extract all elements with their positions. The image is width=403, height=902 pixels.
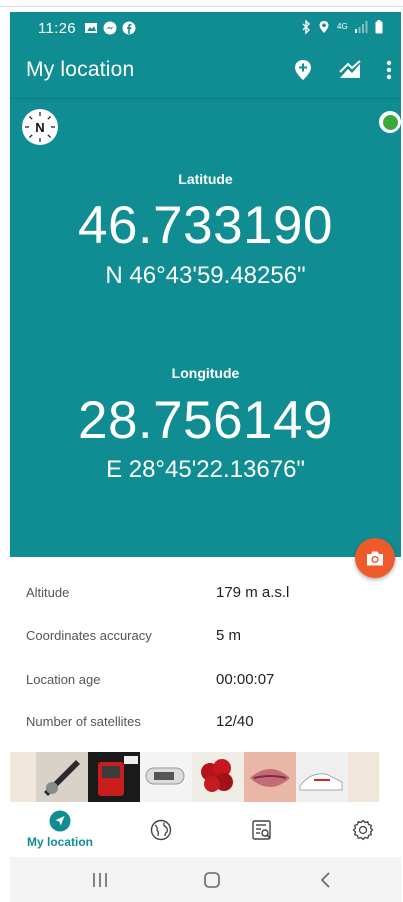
status-bar: 11:26 4G <box>10 12 401 44</box>
add-location-button[interactable] <box>291 58 315 82</box>
detail-label: Coordinates accuracy <box>26 627 152 643</box>
list-search-icon <box>252 820 271 840</box>
more-vert-icon <box>386 60 392 80</box>
recent-apps-button[interactable] <box>92 871 108 894</box>
location-icon <box>319 21 329 33</box>
detail-value: 5 m <box>216 626 242 644</box>
add-location-icon <box>295 60 311 80</box>
home-icon <box>204 872 220 888</box>
compass-icon: N <box>25 112 55 142</box>
more-options-button[interactable] <box>381 58 397 82</box>
image-icon <box>84 23 97 33</box>
back-icon <box>320 872 330 888</box>
settings-icon <box>352 819 374 841</box>
compass-letter: N <box>35 120 44 135</box>
ad-image-obd-scanner <box>88 752 140 802</box>
bottom-navigation: My location <box>10 802 401 857</box>
app-bar: My location <box>10 44 401 98</box>
ad-image-lips <box>244 752 296 802</box>
list-item-location-age: Location age 00:00:07 <box>10 664 401 694</box>
list-item-altitude: Altitude 179 m a.s.l <box>10 577 401 607</box>
tab-label: My location <box>26 835 93 849</box>
gps-status-indicator <box>379 111 401 133</box>
detail-value: 12/40 <box>216 712 254 730</box>
navigation-icon <box>49 810 71 832</box>
signal-icon <box>355 21 368 33</box>
coordinates-panel: N Latitude 46.733190 N 46°43'59.48256" L… <box>10 99 401 557</box>
location-details: Altitude 179 m a.s.l Coordinates accurac… <box>10 557 401 752</box>
messenger-icon <box>103 21 117 35</box>
compass-button[interactable]: N <box>22 109 58 145</box>
ad-image-sneakers <box>296 752 348 802</box>
latitude-label: Latitude <box>178 171 233 187</box>
detail-label: Altitude <box>26 584 70 600</box>
screen: 11:26 4G My location N Latitude 46.73319… <box>0 0 403 902</box>
system-navigation-bar <box>10 857 401 902</box>
network-4g-icon: 4G <box>337 22 348 31</box>
detail-label: Number of satellites <box>26 713 141 729</box>
back-button[interactable] <box>319 871 331 894</box>
ad-image-tattoo-pen <box>36 752 88 802</box>
latitude-decimal[interactable]: 46.733190 <box>10 195 401 256</box>
list-item-accuracy: Coordinates accuracy 5 m <box>10 620 401 650</box>
list-item-satellites: Number of satellites 12/40 <box>10 706 401 736</box>
detail-value: 00:00:07 <box>216 670 275 688</box>
battery-icon <box>375 20 383 34</box>
elevation-icon <box>339 60 361 78</box>
facebook-icon <box>122 21 136 35</box>
recents-icon <box>93 873 107 887</box>
globe-icon <box>150 819 172 841</box>
latitude-dms[interactable]: N 46°43'59.48256" <box>10 262 401 290</box>
ad-image-roses <box>192 752 244 802</box>
bluetooth-icon <box>302 20 310 34</box>
home-button[interactable] <box>203 871 221 894</box>
ad-image-device <box>140 752 192 802</box>
detail-value: 179 m a.s.l <box>216 583 290 601</box>
status-time: 11:26 <box>38 19 76 37</box>
elevation-button[interactable] <box>337 58 363 82</box>
longitude-decimal[interactable]: 28.756149 <box>10 390 401 451</box>
longitude-dms[interactable]: E 28°45'22.13676" <box>10 456 401 484</box>
page-title: My location <box>26 58 135 81</box>
detail-label: Location age <box>26 671 101 687</box>
top-divider <box>0 6 403 7</box>
longitude-label: Longitude <box>171 365 240 381</box>
ad-banner[interactable] <box>10 752 379 802</box>
